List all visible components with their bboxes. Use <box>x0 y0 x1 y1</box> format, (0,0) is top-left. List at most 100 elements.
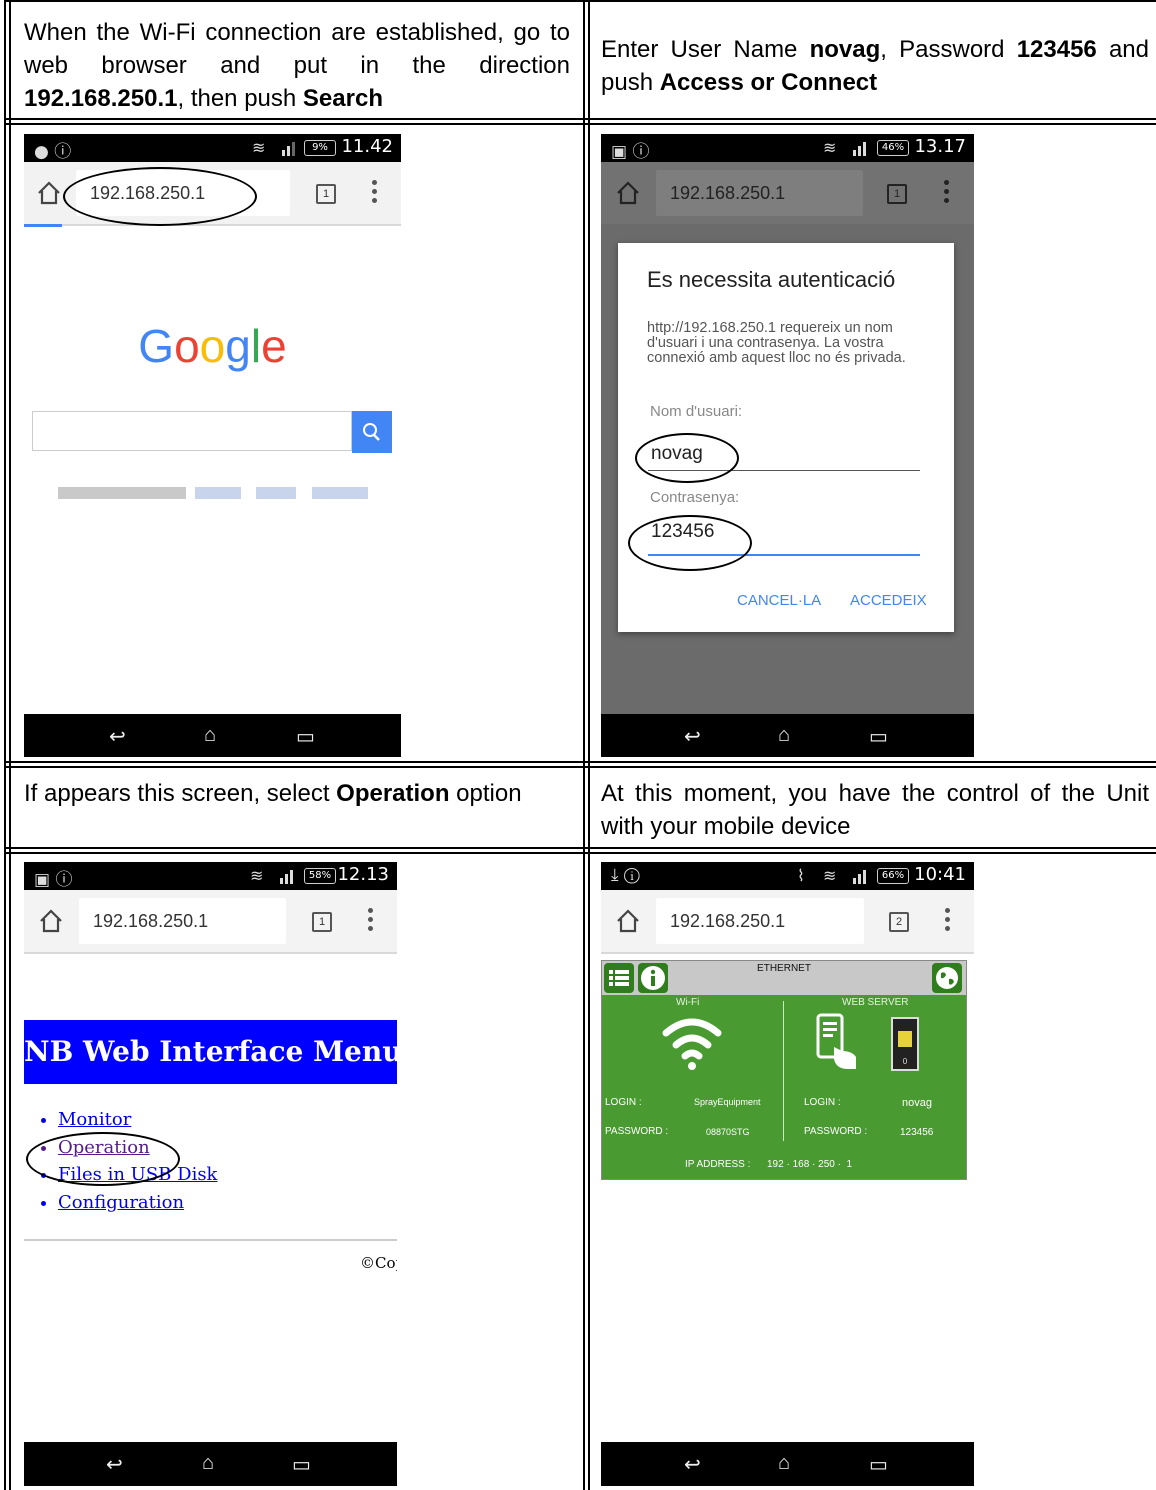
android-nav-bar: ↩ ⌂ ▭ <box>24 1442 397 1486</box>
ethernet-panel: ETHERNET Wi-Fi WEB SERVER 0 LOGIN : Spra… <box>601 960 967 1180</box>
table-border-left-inner <box>9 0 11 1490</box>
wifi-icon: ≋ <box>250 866 264 885</box>
home-icon[interactable] <box>36 180 62 206</box>
highlight-oval-operation <box>26 1132 180 1186</box>
signal-icon <box>853 142 866 156</box>
server-password-label: PASSWORD : <box>804 1126 868 1137</box>
recents-icon[interactable]: ▭ <box>292 1452 311 1477</box>
server-section-title: WEB SERVER <box>842 997 909 1008</box>
recents-icon[interactable]: ▭ <box>869 1452 888 1477</box>
battery-icon: 58% <box>304 868 336 884</box>
highlight-oval-username <box>635 433 739 483</box>
clock: 10:41 <box>914 864 966 885</box>
home-icon[interactable] <box>615 908 641 934</box>
table-row-divider-3 <box>4 847 1156 849</box>
ip-address-value: 192 · 168 · 250 · 1 <box>767 1159 853 1170</box>
home-nav-icon[interactable]: ⌂ <box>778 1452 790 1475</box>
back-icon[interactable]: ↩ <box>684 724 701 749</box>
power-switch[interactable]: 0 <box>891 1017 919 1071</box>
browser-toolbar: 192.168.250.1 2 <box>601 890 974 954</box>
tab-switcher-icon[interactable]: 1 <box>312 912 332 932</box>
google-search-input[interactable] <box>32 411 352 451</box>
globe-icon <box>936 967 958 989</box>
list-menu-button[interactable] <box>604 963 634 993</box>
menu-item-monitor[interactable]: Monitor <box>58 1106 217 1134</box>
overflow-menu-icon[interactable] <box>944 180 950 206</box>
status-bar: ⤓ ⓘ ⌇ ≋ 66% 10:41 <box>601 862 974 890</box>
url-field[interactable]: 192.168.250.1 <box>79 898 286 944</box>
info-icon <box>641 966 665 990</box>
globe-button[interactable] <box>932 963 962 993</box>
phone-tap-icon <box>816 1013 856 1069</box>
android-nav-bar: ↩ ⌂ ▭ <box>601 714 974 757</box>
table-row-divider-2b <box>4 766 1156 768</box>
back-icon[interactable]: ↩ <box>684 1452 701 1477</box>
clock: 11.42 <box>341 136 393 157</box>
back-icon[interactable]: ↩ <box>106 1452 123 1477</box>
server-login-value: novag <box>902 1097 932 1109</box>
google-search-button[interactable] <box>352 411 392 453</box>
battery-icon: 66% <box>877 868 909 884</box>
home-icon[interactable] <box>615 180 641 206</box>
search-icon <box>363 423 380 441</box>
phone-screenshot-1: ● ⓘ ≋ 9% 11.42 192.168.250.1 1 Google ↩ … <box>24 134 401 757</box>
home-nav-icon[interactable]: ⌂ <box>778 724 790 747</box>
status-bar: ▣ ⓘ ≋ 58% 12.13 <box>24 862 397 890</box>
instruction-cell-2: Enter User Name novag, Password 123456 a… <box>601 36 1149 96</box>
vibrate-icon: ⌇ <box>797 866 805 885</box>
table-row-divider-1 <box>4 118 1156 120</box>
menu-item-configuration[interactable]: Configuration <box>58 1189 217 1217</box>
battery-icon: 46% <box>877 140 909 156</box>
server-login-label: LOGIN : <box>804 1097 841 1108</box>
info-button[interactable] <box>638 963 668 993</box>
phone-screenshot-4: ⤓ ⓘ ⌇ ≋ 66% 10:41 192.168.250.1 2 ETHERN… <box>601 862 974 1486</box>
tab-switcher-icon[interactable]: 1 <box>887 184 907 204</box>
signal-icon <box>282 142 295 156</box>
page-load-progress <box>24 224 62 227</box>
tab-switcher-icon[interactable]: 1 <box>316 184 336 204</box>
dialog-message: http://192.168.250.1 requereix un nom d'… <box>647 320 906 366</box>
wifi-icon: ≋ <box>823 138 837 157</box>
dialog-title: Es necessita autenticació <box>647 267 896 292</box>
android-nav-bar: ↩ ⌂ ▭ <box>601 1442 974 1486</box>
instruction-cell-3: If appears this screen, select Operation… <box>24 780 522 807</box>
footer-divider <box>24 1239 397 1241</box>
instruction-cell-4: At this moment, you have the control of … <box>601 780 1149 840</box>
list-icon <box>609 970 629 986</box>
browser-toolbar: 192.168.250.1 1 <box>601 162 974 224</box>
download-notification-icon: ⤓ ⓘ <box>611 865 640 885</box>
overflow-menu-icon[interactable] <box>945 908 951 934</box>
wifi-icon: ≋ <box>252 138 266 157</box>
overflow-menu-icon[interactable] <box>368 908 374 934</box>
home-nav-icon[interactable]: ⌂ <box>202 1452 214 1475</box>
url-field[interactable]: 192.168.250.1 <box>656 170 863 216</box>
url-field[interactable]: 192.168.250.1 <box>656 898 864 944</box>
recents-icon[interactable]: ▭ <box>296 724 315 749</box>
table-row-divider-3b <box>4 852 1156 854</box>
copyright-text: ©Cop <box>360 1254 397 1272</box>
table-border-top <box>4 0 1156 2</box>
password-label: Contrasenya: <box>650 489 740 506</box>
blurred-links <box>58 487 368 499</box>
notification-icon: ● ⓘ <box>34 142 72 162</box>
table-divider-mid <box>583 0 585 1490</box>
status-bar: ▣ ⓘ ≋ 46% 13.17 <box>601 134 974 162</box>
wifi-login-value: SprayEquipment <box>694 1097 761 1107</box>
home-nav-icon[interactable]: ⌂ <box>204 724 216 747</box>
tab-switcher-icon[interactable]: 2 <box>889 912 909 932</box>
home-icon[interactable] <box>38 908 64 934</box>
accept-button[interactable]: ACCEDEIX <box>850 592 927 609</box>
section-divider <box>783 1001 784 1141</box>
image-notification-icon: ▣ ⓘ <box>34 870 73 890</box>
recents-icon[interactable]: ▭ <box>869 724 888 749</box>
clock: 13.17 <box>914 136 966 157</box>
android-nav-bar: ↩ ⌂ ▭ <box>24 714 401 757</box>
wifi-icon: ≋ <box>823 866 837 885</box>
table-row-divider-2 <box>4 761 1156 763</box>
overflow-menu-icon[interactable] <box>372 180 378 206</box>
menu-heading: NB Web Interface Menu <box>24 1020 397 1084</box>
signal-icon <box>853 870 866 884</box>
cancel-button[interactable]: CANCEL·LA <box>737 592 821 609</box>
battery-icon: 9% <box>304 140 336 156</box>
back-icon[interactable]: ↩ <box>109 724 126 749</box>
